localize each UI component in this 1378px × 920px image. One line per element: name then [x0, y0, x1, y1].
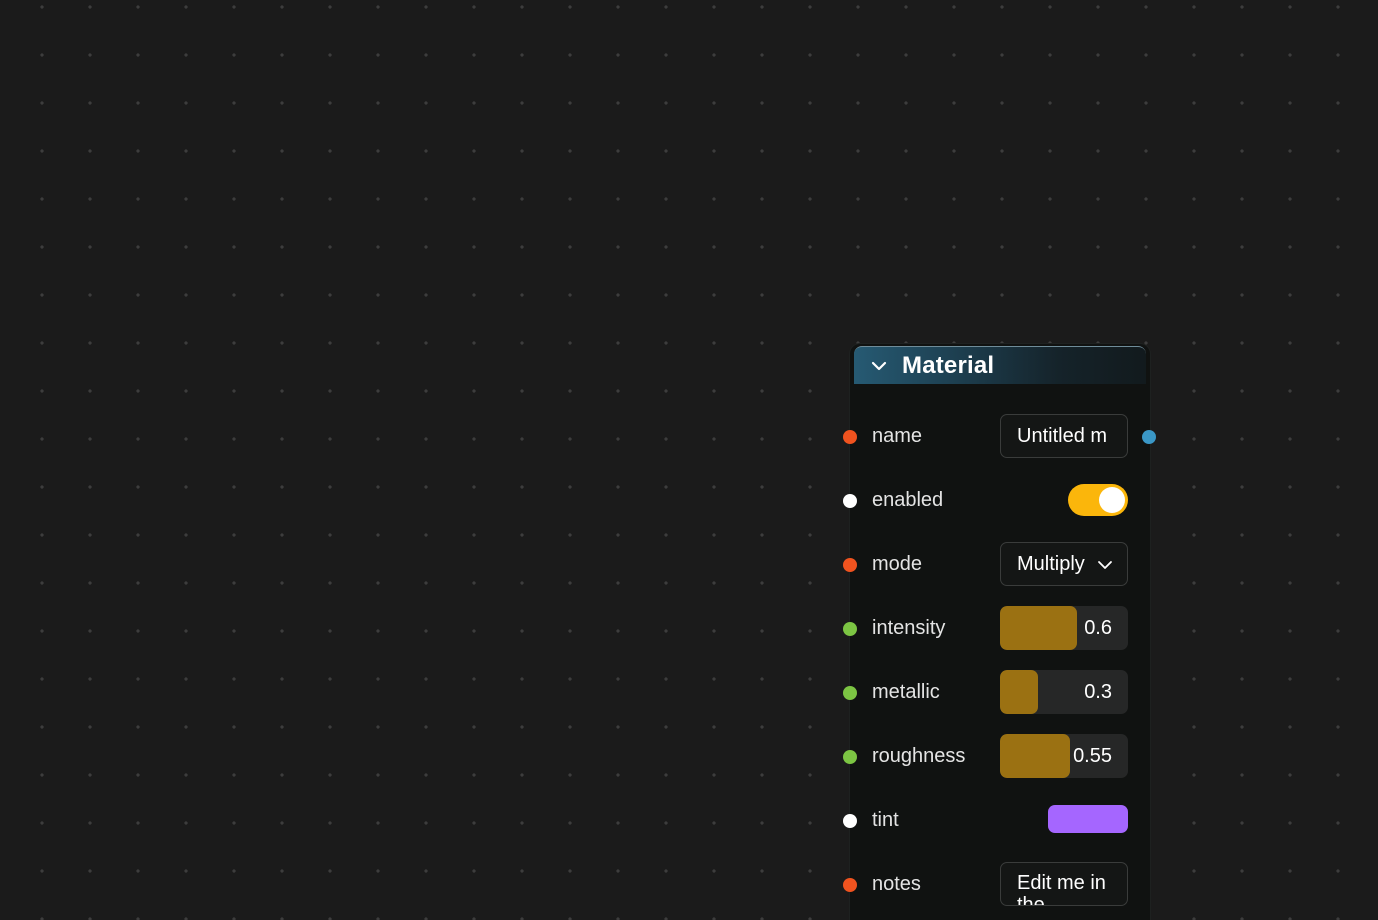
notes-textarea[interactable]: Edit me in the — [1000, 862, 1128, 906]
toggle-knob — [1099, 487, 1125, 513]
node-header[interactable]: Material — [854, 346, 1146, 384]
output-port[interactable] — [1142, 430, 1156, 444]
input-port-metallic[interactable] — [843, 686, 857, 700]
input-port-roughness[interactable] — [843, 750, 857, 764]
field-label-name: name — [872, 425, 923, 447]
material-node[interactable]: Material name Untitled m enabled mode Mu… — [843, 344, 1156, 920]
tint-color-swatch[interactable] — [1048, 805, 1128, 833]
field-label-intensity: intensity — [872, 617, 946, 639]
roughness-slider-fill — [1000, 734, 1071, 778]
input-port-enabled[interactable] — [843, 494, 857, 508]
metallic-value: 0.3 — [1084, 681, 1112, 703]
intensity-value: 0.6 — [1084, 617, 1112, 639]
roughness-slider[interactable]: 0.55 — [1000, 734, 1128, 778]
node-title: Material — [902, 351, 995, 379]
field-row-roughness: roughness 0.55 — [843, 734, 1150, 780]
chevron-down-icon — [1098, 561, 1112, 569]
field-label-notes: notes — [872, 873, 921, 895]
field-row-intensity: intensity 0.6 — [843, 606, 1150, 652]
field-row-notes: notes Edit me in the — [843, 862, 1150, 908]
mode-select-value: Multiply — [1017, 553, 1085, 575]
intensity-slider[interactable]: 0.6 — [1000, 606, 1128, 650]
input-port-mode[interactable] — [843, 558, 857, 572]
input-port-intensity[interactable] — [843, 622, 857, 636]
input-port-name[interactable] — [843, 430, 857, 444]
name-input[interactable]: Untitled m — [1000, 414, 1128, 458]
metallic-slider[interactable]: 0.3 — [1000, 670, 1128, 714]
intensity-slider-fill — [1000, 606, 1077, 650]
field-row-mode: mode Multiply — [843, 542, 1150, 588]
field-label-metallic: metallic — [872, 681, 940, 703]
field-row-enabled: enabled — [843, 478, 1150, 524]
input-port-tint[interactable] — [843, 814, 857, 828]
metallic-slider-fill — [1000, 670, 1039, 714]
enabled-toggle[interactable] — [1068, 484, 1128, 516]
input-port-notes[interactable] — [843, 878, 857, 892]
roughness-value: 0.55 — [1073, 745, 1112, 767]
field-row-metallic: metallic 0.3 — [843, 670, 1150, 716]
field-row-name: name Untitled m — [843, 414, 1156, 460]
mode-select[interactable]: Multiply — [1000, 542, 1128, 586]
field-label-mode: mode — [872, 553, 923, 575]
field-row-tint: tint — [843, 798, 1150, 844]
field-label-roughness: roughness — [872, 745, 966, 767]
field-label-enabled: enabled — [872, 489, 944, 511]
node-canvas[interactable]: Material name Untitled m enabled mode Mu… — [0, 0, 1378, 920]
chevron-down-icon[interactable] — [870, 357, 888, 375]
field-label-tint: tint — [872, 809, 899, 831]
